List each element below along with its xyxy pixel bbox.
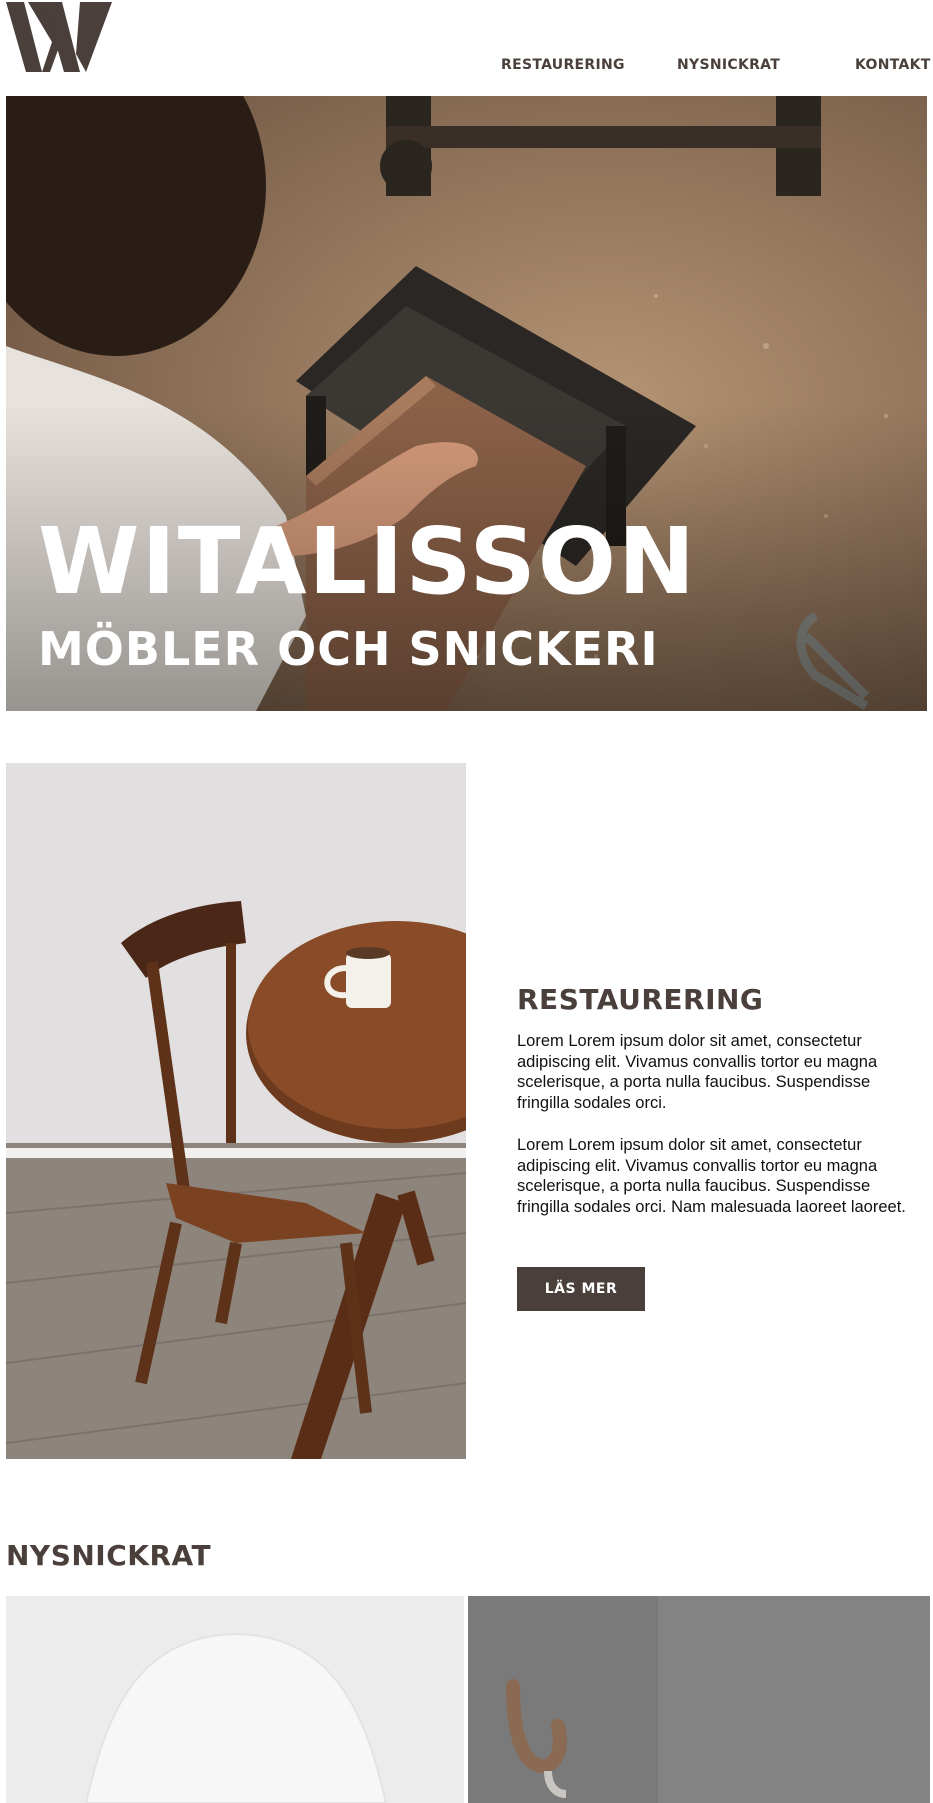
nysnickrat-image-chair[interactable] <box>6 1596 464 1803</box>
nav-nysnickrat[interactable]: NYSNICKRAT <box>677 57 780 73</box>
restaurering-paragraph-1: Lorem Lorem ipsum dolor sit amet, consec… <box>517 1032 878 1112</box>
hero-photo <box>6 96 927 711</box>
nav-kontakt[interactable]: KONTAKT <box>855 57 931 73</box>
logo-icon[interactable] <box>6 2 112 74</box>
restaurering-image <box>6 763 466 1459</box>
hero-subtitle: MÖBLER OCH SNICKERI <box>38 622 659 676</box>
las-mer-button[interactable]: LÄS MER <box>517 1267 645 1311</box>
nav-restaurering[interactable]: RESTAURERING <box>501 57 625 73</box>
hero-banner: WITALISSON MÖBLER OCH SNICKERI <box>6 96 927 711</box>
hero-title: WITALISSON <box>38 508 697 615</box>
nysnickrat-title: NYSNICKRAT <box>6 1539 212 1572</box>
restaurering-title: RESTAURERING <box>517 983 764 1016</box>
nysnickrat-image-hooks[interactable] <box>468 1596 930 1803</box>
restaurering-paragraph-2: Lorem Lorem ipsum dolor sit amet, consec… <box>517 1136 906 1216</box>
